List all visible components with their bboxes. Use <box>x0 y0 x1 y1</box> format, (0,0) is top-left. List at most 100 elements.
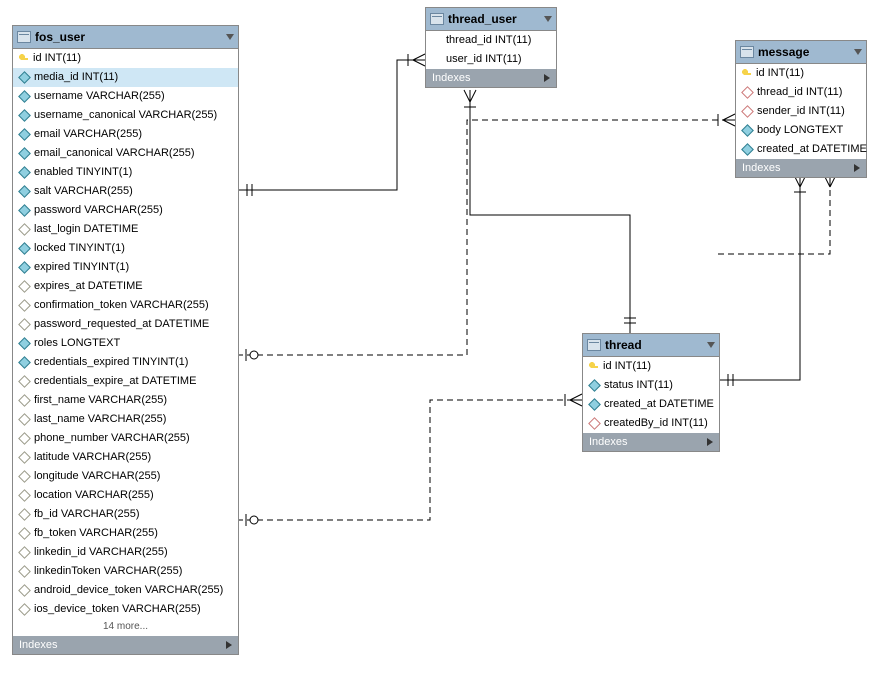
field-row[interactable]: sender_id INT(11) <box>736 102 866 121</box>
column-notnull-icon <box>18 261 31 274</box>
field-label: confirmation_token VARCHAR(255) <box>34 298 209 313</box>
column-nullable-icon <box>18 527 31 540</box>
field-row[interactable]: ios_device_token VARCHAR(255) <box>13 600 238 619</box>
field-label: location VARCHAR(255) <box>34 488 154 503</box>
field-row[interactable]: enabled TINYINT(1) <box>13 163 238 182</box>
field-row[interactable]: last_login DATETIME <box>13 220 238 239</box>
entity-title[interactable]: message <box>736 41 866 64</box>
indexes-bar[interactable]: Indexes <box>13 636 238 654</box>
field-row[interactable]: phone_number VARCHAR(255) <box>13 429 238 448</box>
field-row[interactable]: user_id INT(11) <box>426 50 556 69</box>
field-row[interactable]: first_name VARCHAR(255) <box>13 391 238 410</box>
field-row[interactable]: password VARCHAR(255) <box>13 201 238 220</box>
expand-icon[interactable] <box>854 164 860 172</box>
entity-thread[interactable]: thread id INT(11) status INT(11) created_a… <box>582 333 720 452</box>
column-nullable-icon <box>18 508 31 521</box>
field-row[interactable]: id INT(11) <box>736 64 866 83</box>
field-label: user_id INT(11) <box>446 52 522 67</box>
field-label: locked TINYINT(1) <box>34 241 125 256</box>
primary-key-icon <box>742 69 752 79</box>
field-row[interactable]: credentials_expire_at DATETIME <box>13 372 238 391</box>
collapse-icon[interactable] <box>544 16 552 22</box>
entity-title-text: thread_user <box>448 12 517 26</box>
entity-thread-user[interactable]: thread_user thread_id INT(11) user_id INT… <box>425 7 557 88</box>
field-row[interactable]: last_name VARCHAR(255) <box>13 410 238 429</box>
field-label: expired TINYINT(1) <box>34 260 129 275</box>
collapse-icon[interactable] <box>226 34 234 40</box>
field-row[interactable]: media_id INT(11) <box>13 68 238 87</box>
field-label: credentials_expired TINYINT(1) <box>34 355 188 370</box>
field-row[interactable]: email VARCHAR(255) <box>13 125 238 144</box>
field-row[interactable]: linkedin_id VARCHAR(255) <box>13 543 238 562</box>
field-list: thread_id INT(11) user_id INT(11) <box>426 31 556 69</box>
field-label: id INT(11) <box>33 51 81 66</box>
column-notnull-icon <box>18 109 31 122</box>
field-label: salt VARCHAR(255) <box>34 184 133 199</box>
expand-icon[interactable] <box>544 74 550 82</box>
entity-title-text: message <box>758 45 809 59</box>
field-row[interactable]: thread_id INT(11) <box>736 83 866 102</box>
column-nullable-icon <box>18 299 31 312</box>
column-nullable-icon <box>18 470 31 483</box>
field-label: created_at DATETIME <box>604 397 714 412</box>
field-row[interactable]: username VARCHAR(255) <box>13 87 238 106</box>
field-row[interactable]: email_canonical VARCHAR(255) <box>13 144 238 163</box>
entity-title[interactable]: thread <box>583 334 719 357</box>
more-fields-label[interactable]: 14 more... <box>13 619 238 636</box>
field-label: phone_number VARCHAR(255) <box>34 431 190 446</box>
entity-title[interactable]: thread_user <box>426 8 556 31</box>
field-row[interactable]: locked TINYINT(1) <box>13 239 238 258</box>
field-row[interactable]: linkedinToken VARCHAR(255) <box>13 562 238 581</box>
field-row[interactable]: expires_at DATETIME <box>13 277 238 296</box>
entity-title-text: thread <box>605 338 642 352</box>
column-nullable-icon <box>18 603 31 616</box>
field-label: fb_id VARCHAR(255) <box>34 507 140 522</box>
field-row[interactable]: latitude VARCHAR(255) <box>13 448 238 467</box>
expand-icon[interactable] <box>707 438 713 446</box>
field-row[interactable]: salt VARCHAR(255) <box>13 182 238 201</box>
field-row[interactable]: password_requested_at DATETIME <box>13 315 238 334</box>
entity-title[interactable]: fos_user <box>13 26 238 49</box>
field-row[interactable]: fb_id VARCHAR(255) <box>13 505 238 524</box>
field-row[interactable]: longitude VARCHAR(255) <box>13 467 238 486</box>
indexes-label: Indexes <box>742 162 781 174</box>
field-row[interactable]: created_at DATETIME <box>736 140 866 159</box>
field-row[interactable]: location VARCHAR(255) <box>13 486 238 505</box>
field-row[interactable]: id INT(11) <box>583 357 719 376</box>
field-label: email VARCHAR(255) <box>34 127 142 142</box>
field-label: linkedin_id VARCHAR(255) <box>34 545 168 560</box>
collapse-icon[interactable] <box>854 49 862 55</box>
field-row[interactable]: credentials_expired TINYINT(1) <box>13 353 238 372</box>
field-row[interactable]: roles LONGTEXT <box>13 334 238 353</box>
entity-fos-user[interactable]: fos_user id INT(11)media_id INT(11)usern… <box>12 25 239 655</box>
field-label: ios_device_token VARCHAR(255) <box>34 602 201 617</box>
field-row[interactable]: createdBy_id INT(11) <box>583 414 719 433</box>
field-label: password_requested_at DATETIME <box>34 317 209 332</box>
indexes-bar[interactable]: Indexes <box>583 433 719 451</box>
expand-icon[interactable] <box>226 641 232 649</box>
field-row[interactable]: android_device_token VARCHAR(255) <box>13 581 238 600</box>
field-label: id INT(11) <box>603 359 651 374</box>
field-list: id INT(11)thread_id INT(11)sender_id INT… <box>736 64 866 159</box>
column-nullable-icon <box>18 375 31 388</box>
column-notnull-icon <box>588 379 601 392</box>
field-row[interactable]: id INT(11) <box>13 49 238 68</box>
field-row[interactable]: username_canonical VARCHAR(255) <box>13 106 238 125</box>
field-label: first_name VARCHAR(255) <box>34 393 167 408</box>
indexes-bar[interactable]: Indexes <box>736 159 866 177</box>
field-row[interactable]: confirmation_token VARCHAR(255) <box>13 296 238 315</box>
primary-key-icon <box>589 362 599 372</box>
field-row[interactable]: fb_token VARCHAR(255) <box>13 524 238 543</box>
column-nullable-icon <box>18 565 31 578</box>
field-row[interactable]: thread_id INT(11) <box>426 31 556 50</box>
field-row[interactable]: body LONGTEXT <box>736 121 866 140</box>
field-label: status INT(11) <box>604 378 673 393</box>
entity-message[interactable]: message id INT(11)thread_id INT(11)sende… <box>735 40 867 178</box>
indexes-bar[interactable]: Indexes <box>426 69 556 87</box>
field-label: android_device_token VARCHAR(255) <box>34 583 223 598</box>
field-row[interactable]: created_at DATETIME <box>583 395 719 414</box>
column-notnull-icon <box>18 71 31 84</box>
field-row[interactable]: status INT(11) <box>583 376 719 395</box>
field-row[interactable]: expired TINYINT(1) <box>13 258 238 277</box>
collapse-icon[interactable] <box>707 342 715 348</box>
